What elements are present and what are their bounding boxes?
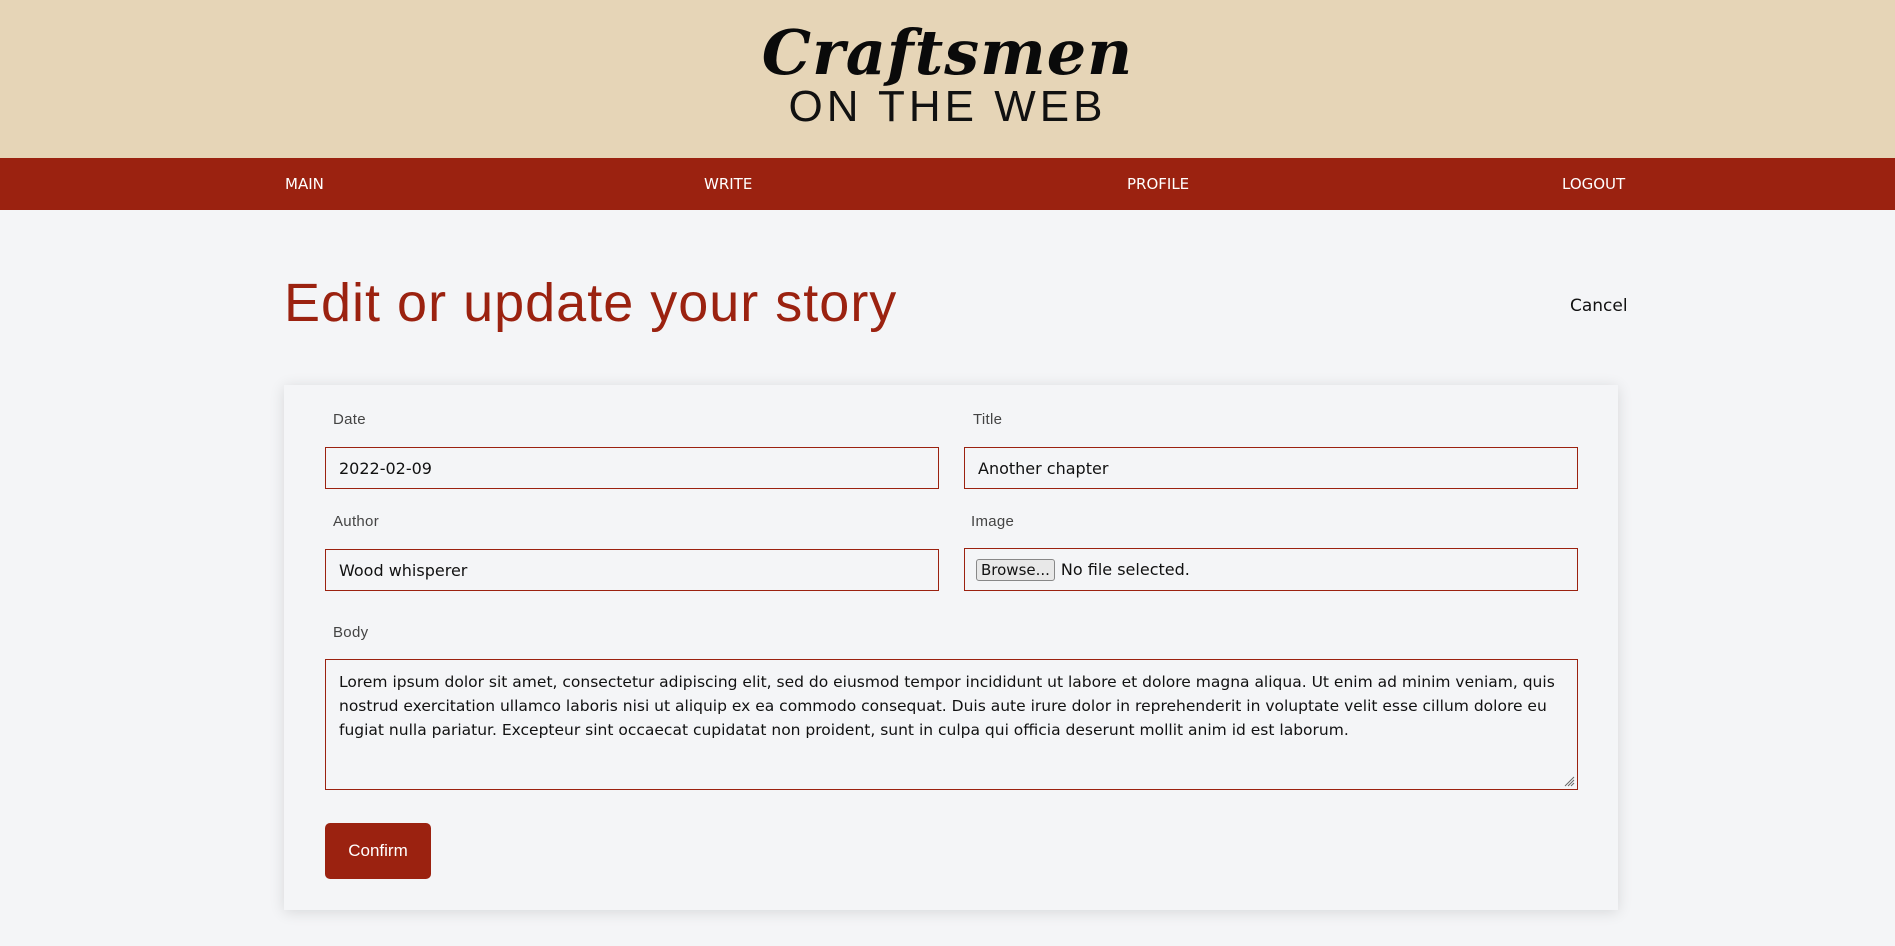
page-title: Edit or update your story [284, 273, 898, 333]
site-logo[interactable]: Craftsmen ON THE WEB [0, 18, 1895, 130]
author-input[interactable]: Wood whisperer [325, 549, 939, 591]
nav-main-link[interactable]: MAIN [285, 158, 324, 210]
image-file-input[interactable]: Browse... No file selected. [964, 548, 1578, 591]
edit-story-form: Date 2022-02-09 Title Another chapter Au… [284, 385, 1618, 910]
logo-subtitle: ON THE WEB [788, 82, 1107, 131]
cancel-link[interactable]: Cancel [1570, 296, 1628, 316]
main-navbar: MAIN WRITE PROFILE LOGOUT [0, 158, 1895, 210]
browse-button[interactable]: Browse... [976, 558, 1055, 581]
title-input[interactable]: Another chapter [964, 447, 1578, 489]
author-value: Wood whisperer [339, 560, 468, 580]
date-label: Date [333, 411, 366, 428]
title-label: Title [973, 411, 1003, 428]
resize-grip-icon[interactable] [1563, 775, 1575, 787]
body-label: Body [333, 624, 369, 641]
file-status-text: No file selected. [1060, 560, 1190, 579]
title-value: Another chapter [978, 458, 1109, 478]
nav-profile-link[interactable]: PROFILE [1127, 158, 1189, 210]
logo-title: Craftsmen [761, 16, 1134, 89]
author-label: Author [333, 513, 379, 530]
site-header: Craftsmen ON THE WEB [0, 0, 1895, 158]
nav-write-link[interactable]: WRITE [704, 158, 752, 210]
body-textarea[interactable]: Lorem ipsum dolor sit amet, consectetur … [325, 659, 1578, 790]
date-input[interactable]: 2022-02-09 [325, 447, 939, 489]
date-value: 2022-02-09 [339, 458, 432, 478]
confirm-label: Confirm [348, 841, 408, 860]
nav-logout-link[interactable]: LOGOUT [1562, 158, 1625, 210]
body-text: Lorem ipsum dolor sit amet, consectetur … [339, 673, 1555, 739]
confirm-button[interactable]: Confirm [325, 823, 431, 879]
image-label: Image [971, 513, 1015, 530]
